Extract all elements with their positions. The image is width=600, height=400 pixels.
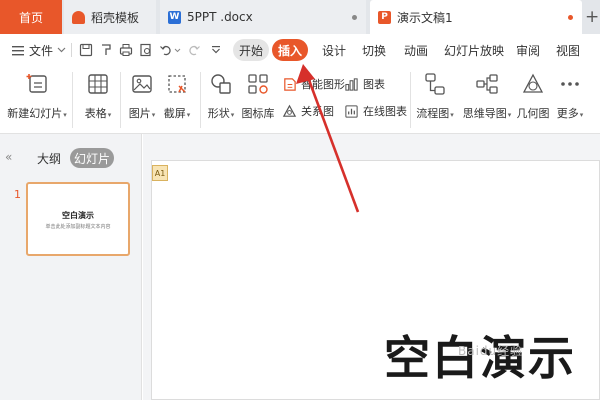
tab-design[interactable]: 设计 [322,34,346,66]
tab-start[interactable]: 开始 [233,39,269,61]
picture-button[interactable]: 图片▾ [126,66,158,121]
thumbnail-title: 空白演示 [62,211,94,220]
divider [72,72,73,128]
tab-presentation-active[interactable]: P 演示文稿1 [370,0,582,34]
wps-presentation-icon: P [378,10,391,24]
customize-toolbar-icon[interactable] [208,42,224,58]
geometry-icon [522,73,544,93]
mind-map-button[interactable]: 思维导图▾ [460,66,514,121]
tab-label: 5PPT .docx [187,10,253,24]
tab-home-label: 首页 [18,10,43,25]
file-menu[interactable]: 文件 [12,34,66,66]
new-slide-icon [26,74,47,93]
mind-map-label: 思维导图▾ [462,107,512,120]
tab-outline[interactable]: 大纲 [34,148,64,168]
shape-icon [211,74,231,94]
tab-strip: 首页 稻壳模板 W 5PPT .docx P 演示文稿1 + [0,0,600,34]
menu-row: 文件 开始 插入 设计 切换 动画 幻灯片放映 审阅 视图 [0,34,600,66]
relation-graph-icon [282,104,297,117]
save-icon[interactable] [78,42,94,58]
online-chart-icon [345,104,358,118]
new-tab-button[interactable]: + [585,7,599,27]
more-button[interactable]: 更多▾ [554,66,586,121]
docer-shell-icon [72,10,85,24]
chart-label: 图表 [363,78,385,91]
tab-label: 演示文稿1 [397,10,453,25]
tab-insert[interactable]: 插入 [272,39,308,61]
file-menu-label: 文件 [29,43,54,58]
table-button[interactable]: 表格▾ [80,66,116,121]
geometry-button[interactable]: 几何图 [516,66,550,121]
tab-label: 稻壳模板 [91,10,140,25]
divider [120,72,121,128]
relation-graph-button[interactable]: 关系图 [282,103,334,119]
slide-number: 1 [14,188,21,201]
relation-graph-label: 关系图 [301,105,334,118]
table-icon [88,74,108,94]
slide-thumbnail[interactable]: 空白演示 单击此处添加副标题文本内容 [26,182,130,256]
divider [71,43,72,57]
thumbnail-subtitle: 单击此处添加副标题文本内容 [45,224,111,230]
tab-view[interactable]: 视图 [556,34,580,66]
picture-label: 图片▾ [128,107,156,120]
smart-graphic-label: 智能图形 [301,78,345,91]
unsaved-dot-icon[interactable] [568,15,573,20]
table-label: 表格▾ [84,107,112,120]
format-painter-icon[interactable] [98,42,114,58]
undo-icon[interactable] [158,42,174,58]
undo-dropdown-icon[interactable] [173,42,181,58]
smart-graphic-button[interactable]: 智能图形 [282,76,345,92]
slide-panel: « 大纲 幻灯片 1 空白演示 单击此处添加副标题文本内容 [0,134,142,400]
shape-button[interactable]: 形状▾ [204,66,238,121]
wps-writer-icon: W [168,10,181,24]
new-slide-button[interactable]: 新建幻灯片▾ [7,66,67,121]
redo-icon[interactable] [186,42,202,58]
tab-docer-templates[interactable]: 稻壳模板 [64,0,156,34]
new-slide-label: 新建幻灯片▾ [7,107,67,120]
chart-button[interactable]: 图表 [344,76,385,92]
tab-slides[interactable]: 幻灯片 [70,148,114,168]
screenshot-label: 截屏▾ [163,107,191,120]
watermark: Baidu经验 [458,344,524,358]
ribbon-insert: 新建幻灯片▾ 表格▾ 图片▾ 截屏▾ 形状▾ 图标库 智能图形 关系图 图表 在… [0,66,600,134]
icon-library-icon [248,74,268,94]
chart-icon [345,77,358,91]
flowchart-icon [425,73,445,95]
shape-label: 形状▾ [207,107,235,120]
chevron-down-icon [57,47,66,53]
hamburger-icon [12,45,24,55]
placeholder-tag[interactable]: A1 [152,165,168,181]
print-preview-icon[interactable] [138,42,154,58]
smart-graphic-icon [284,77,296,91]
collapse-panel-icon[interactable]: « [5,150,12,164]
tab-home[interactable]: 首页 [0,0,62,34]
divider [200,72,201,128]
screenshot-icon [168,75,186,93]
flowchart-button[interactable]: 流程图▾ [414,66,456,121]
geometry-label: 几何图 [516,107,550,120]
divider [410,72,411,128]
icon-library-button[interactable]: 图标库 [240,66,276,121]
tab-document[interactable]: W 5PPT .docx [160,0,366,34]
icon-library-label: 图标库 [241,107,275,120]
tab-slideshow[interactable]: 幻灯片放映 [444,34,504,66]
unsaved-dot-icon[interactable] [352,15,357,20]
flowchart-label: 流程图▾ [416,107,454,120]
screenshot-button[interactable]: 截屏▾ [160,66,194,121]
tab-transition[interactable]: 切换 [362,34,386,66]
print-icon[interactable] [118,42,134,58]
picture-icon [132,75,152,93]
tab-animation[interactable]: 动画 [404,34,428,66]
more-dots-icon [561,82,579,86]
mind-map-icon [476,74,498,94]
online-chart-button[interactable]: 在线图表 [344,103,407,119]
online-chart-label: 在线图表 [363,105,407,118]
tab-review[interactable]: 审阅 [516,34,540,66]
more-label: 更多▾ [556,107,584,120]
